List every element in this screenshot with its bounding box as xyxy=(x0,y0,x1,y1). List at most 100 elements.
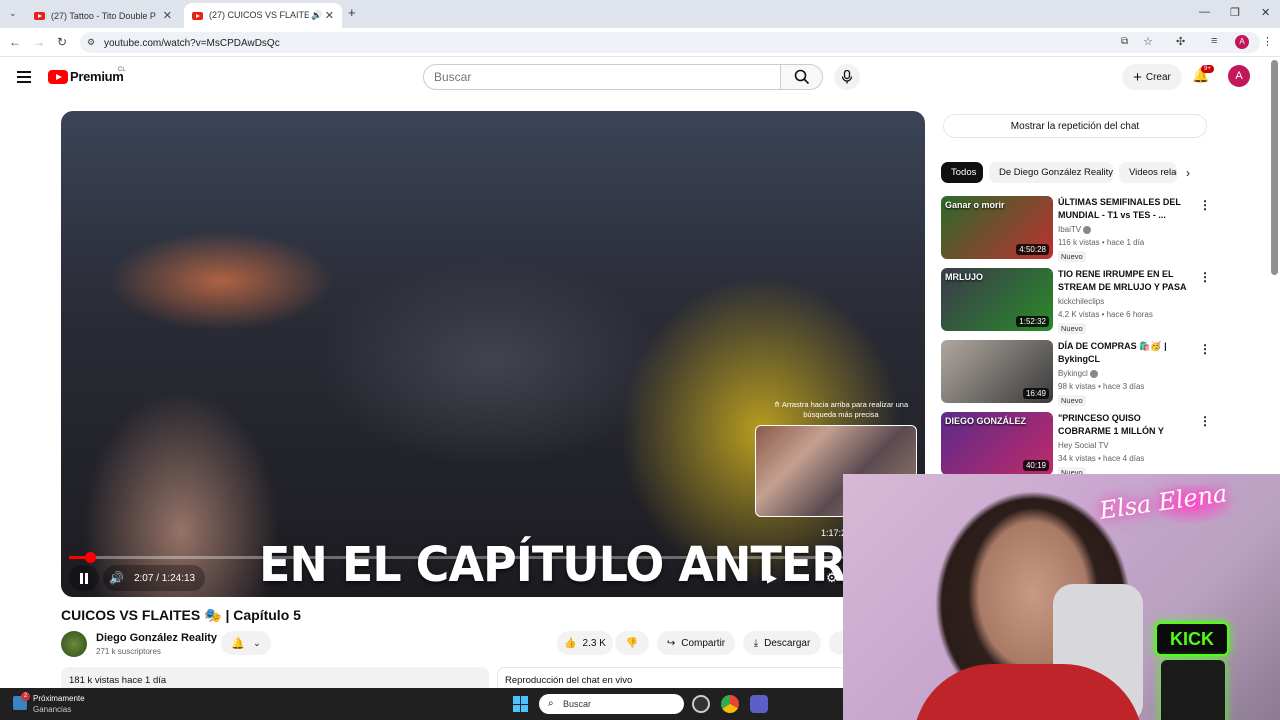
browser-tab-bar: ⌄ (27) Tattoo - Tito Double P (Lyri ✕ (2… xyxy=(0,0,1280,28)
widget-title[interactable]: Próximamente xyxy=(33,694,85,703)
more-options-icon[interactable]: ⋮ xyxy=(1199,198,1211,212)
widgets-badge: 2 xyxy=(21,692,30,701)
play-pause-button[interactable] xyxy=(69,565,99,591)
install-icon[interactable]: ⧉ xyxy=(1121,36,1128,47)
channel-label: Hey Social TV xyxy=(1058,441,1109,450)
pause-icon xyxy=(80,572,88,584)
channel-label: Bykingcl xyxy=(1058,369,1088,378)
recommendation-channel[interactable]: kickchileclips xyxy=(1058,297,1104,306)
recommendation-item[interactable]: DIEGO GONZÁLEZ 40:19 "PRINCESO QUISO COBRA… xyxy=(941,412,1211,478)
recommendation-channel[interactable]: Bykingcl xyxy=(1058,369,1098,378)
share-button[interactable]: ↪ Compartir xyxy=(657,631,735,655)
video-thumbnail[interactable]: MRLUJO 1:52:32 xyxy=(941,268,1053,331)
logo-text[interactable]: Premium xyxy=(70,69,124,84)
recommendation-meta: 34 k vistas • hace 4 días xyxy=(1058,454,1145,463)
show-chat-replay-button[interactable]: Mostrar la repetición del chat xyxy=(943,114,1207,138)
recommendation-title[interactable]: DÍA DE COMPRAS 🛍️🥳 | BykingCL xyxy=(1058,340,1196,366)
channel-avatar[interactable] xyxy=(61,631,87,657)
app-icon-1[interactable] xyxy=(692,695,710,713)
recommendation-item[interactable]: 16:49 DÍA DE COMPRAS 🛍️🥳 | BykingCL Byking… xyxy=(941,340,1211,406)
plus-icon: + xyxy=(1133,68,1142,86)
chip-todos[interactable]: Todos xyxy=(941,162,983,183)
new-tab-icon[interactable]: + xyxy=(348,5,356,20)
more-options-icon[interactable]: ⋮ xyxy=(1199,342,1211,356)
channel-name[interactable]: Diego González Reality xyxy=(96,632,217,644)
like-button[interactable]: 👍 2.3 K xyxy=(557,631,613,655)
teams-icon[interactable] xyxy=(750,695,768,713)
search-button[interactable] xyxy=(781,64,823,90)
video-title: CUICOS VS FLAITES 🎭 | Capítulo 5 xyxy=(61,607,301,623)
recommendation-title[interactable]: TIO RENE IRRUMPE EN EL STREAM DE MRLUJO … xyxy=(1058,268,1196,294)
back-icon[interactable]: ← xyxy=(9,35,21,49)
share-icon: ↪ xyxy=(666,637,676,649)
new-badge: Nuevo xyxy=(1058,251,1086,262)
chip-channel[interactable]: De Diego González Reality xyxy=(989,162,1113,183)
subscription-bell-button[interactable]: 🔔 ⌄ xyxy=(221,631,271,655)
settings-gear-icon[interactable]: ⚙ xyxy=(826,570,838,586)
extensions-icon[interactable]: ✣ xyxy=(1176,35,1185,48)
progress-bar[interactable] xyxy=(69,552,917,563)
video-thumbnail[interactable]: 16:49 xyxy=(941,340,1053,403)
create-button[interactable]: + Crear xyxy=(1122,64,1182,90)
start-button[interactable] xyxy=(513,696,529,712)
youtube-favicon-icon xyxy=(192,11,203,20)
more-options-icon[interactable]: ⋮ xyxy=(1199,270,1211,284)
video-thumbnail[interactable]: DIEGO GONZÁLEZ 40:19 xyxy=(941,412,1053,475)
reload-icon[interactable]: ↻ xyxy=(57,35,67,49)
time-display: 2:07 / 1:24:13 xyxy=(133,572,196,584)
tab-cuicos[interactable]: (27) CUICOS VS FLAITES 🎭 🔊 ✕ xyxy=(184,3,342,28)
youtube-logo-icon[interactable] xyxy=(48,70,68,84)
minimize-icon[interactable]: — xyxy=(1199,6,1210,18)
account-avatar[interactable]: A xyxy=(1228,65,1250,87)
volume-icon[interactable]: 🔊 xyxy=(109,571,124,585)
recommendation-item[interactable]: Ganar o morir 4:50:28 ÚLTIMAS SEMIFINALES … xyxy=(941,196,1211,262)
tab-search-icon[interactable]: ⌄ xyxy=(9,8,17,19)
search-input[interactable] xyxy=(423,64,781,90)
recommendation-title[interactable]: ÚLTIMAS SEMIFINALES DEL MUNDIAL - T1 vs … xyxy=(1058,196,1196,222)
forward-icon[interactable]: → xyxy=(33,35,45,49)
like-count: 2.3 K xyxy=(582,637,606,649)
reading-list-icon[interactable]: ≡ xyxy=(1211,35,1217,47)
create-label: Crear xyxy=(1145,71,1171,83)
recommendation-meta: 98 k vistas • hace 3 días xyxy=(1058,382,1145,391)
close-tab-icon[interactable]: ✕ xyxy=(163,9,172,22)
more-options-icon[interactable]: ⋮ xyxy=(1199,414,1211,428)
tab-tattoo[interactable]: (27) Tattoo - Tito Double P (Lyri ✕ xyxy=(26,3,180,28)
progress-knob[interactable] xyxy=(85,552,97,563)
restore-icon[interactable]: ❐ xyxy=(1230,6,1240,19)
menu-icon[interactable] xyxy=(17,71,31,86)
taskbar-search[interactable]: Buscar xyxy=(539,694,684,714)
close-window-icon[interactable]: ✕ xyxy=(1261,6,1270,19)
recommendation-channel[interactable]: Hey Social TV xyxy=(1058,441,1109,450)
recommendation-title[interactable]: "PRINCESO QUISO COBRARME 1 MILLÓN Y MEDI… xyxy=(1058,412,1196,438)
site-info-icon[interactable]: ⚙ xyxy=(87,37,95,48)
channel-label: kickchileclips xyxy=(1058,297,1105,306)
search-placeholder: Buscar xyxy=(434,70,472,84)
voice-search-button[interactable] xyxy=(834,64,860,90)
address-bar: ← → ↻ ⚙ youtube.com/watch?v=MsCPDAwDsQc … xyxy=(0,28,1280,57)
video-player[interactable]: ⤊ Arrastra hacia arriba para realizar un… xyxy=(61,111,925,597)
more-actions-button[interactable] xyxy=(829,631,843,655)
screen: ⌄ (27) Tattoo - Tito Double P (Lyri ✕ (2… xyxy=(0,0,1280,720)
speaker-icon[interactable]: 🔊 xyxy=(311,10,322,21)
page-scrollbar[interactable] xyxy=(1271,60,1278,275)
chevron-right-icon[interactable]: › xyxy=(1186,166,1190,180)
search-icon xyxy=(794,69,810,85)
chrome-icon[interactable] xyxy=(721,695,739,713)
dislike-button[interactable]: 👎 xyxy=(615,631,649,655)
download-label: Descargar xyxy=(764,637,811,649)
profile-avatar[interactable]: A xyxy=(1235,35,1249,49)
autoplay-icon[interactable]: ▶ xyxy=(767,570,777,586)
bookmark-star-icon[interactable]: ☆ xyxy=(1143,35,1153,48)
recommendation-channel[interactable]: IbaiTV xyxy=(1058,225,1092,234)
chip-related[interactable]: Videos relac xyxy=(1119,162,1177,183)
download-button[interactable]: ⤓ Descargar xyxy=(743,631,821,655)
browser-menu-icon[interactable]: ⋮ xyxy=(1262,35,1273,48)
bell-icon: 🔔 xyxy=(231,637,246,650)
close-tab-icon[interactable]: ✕ xyxy=(325,9,334,22)
verified-icon xyxy=(1083,225,1092,234)
subtitles-icon[interactable]: ▭ xyxy=(795,570,807,586)
recommendation-item[interactable]: MRLUJO 1:52:32 TIO RENE IRRUMPE EN EL STRE… xyxy=(941,268,1211,334)
url-text[interactable]: youtube.com/watch?v=MsCPDAwDsQc xyxy=(104,38,280,49)
video-thumbnail[interactable]: Ganar o morir 4:50:28 xyxy=(941,196,1053,259)
